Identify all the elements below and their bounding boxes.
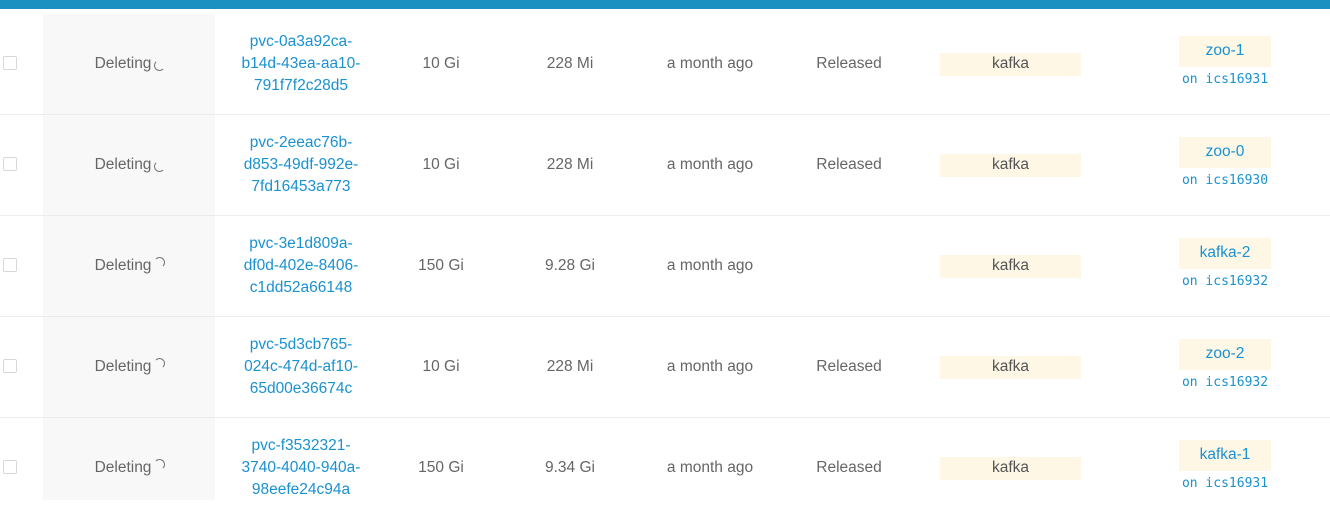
pod-cell: zoo-1 on ics16931 [1170, 14, 1280, 114]
storage-class-tag: kafka [940, 52, 1081, 76]
status-cell: Deleting [60, 418, 200, 518]
status-text: Deleting [94, 358, 152, 375]
volume-name-line: pvc-5d3cb765- [249, 336, 353, 353]
volume-name-line: d853-49df-992e- [243, 156, 359, 173]
capacity-cell: 150 Gi [418, 459, 464, 476]
node-link[interactable]: on ics16931 [1182, 476, 1268, 491]
spinner-icon [154, 458, 166, 470]
spinner-icon [154, 357, 166, 369]
spinner-icon [154, 160, 166, 172]
table-row: Deleting pvc-f3532321- 3740-4040-940a- 9… [0, 418, 1330, 518]
top-accent-bar [0, 0, 1330, 9]
pod-link[interactable]: kafka-2 [1179, 237, 1271, 269]
used-cell: 9.28 Gi [545, 257, 595, 274]
pod-cell: kafka-2 on ics16932 [1170, 216, 1280, 316]
storage-class-tag: kafka [940, 153, 1081, 177]
volume-name-line: pvc-f3532321- [251, 437, 351, 454]
storage-class-cell: kafka [940, 216, 1081, 316]
used-cell: 9.34 Gi [545, 459, 595, 476]
capacity-cell: 10 Gi [422, 55, 460, 72]
status-cell: Deleting [60, 216, 200, 316]
phase-cell: Released [816, 156, 882, 173]
status-text: Deleting [94, 257, 152, 274]
storage-class-cell: kafka [940, 317, 1081, 417]
row-checkbox[interactable] [3, 359, 17, 373]
row-checkbox[interactable] [3, 258, 17, 272]
age-cell: a month ago [666, 257, 754, 274]
storage-class-tag: kafka [940, 456, 1081, 480]
row-checkbox[interactable] [3, 460, 17, 474]
node-link[interactable]: on ics16932 [1182, 375, 1268, 390]
phase-cell: Released [816, 459, 882, 476]
used-cell: 228 Mi [546, 55, 594, 72]
pod-link[interactable]: zoo-0 [1179, 136, 1271, 168]
volume-name-line: pvc-0a3a92ca- [249, 33, 353, 50]
pod-link[interactable]: zoo-2 [1179, 338, 1271, 370]
volume-name-line: pvc-2eeac76b- [249, 134, 353, 151]
status-cell: Deleting [60, 14, 200, 114]
phase-cell: Released [816, 358, 882, 375]
node-link[interactable]: on ics16931 [1182, 72, 1268, 87]
node-link[interactable]: on ics16930 [1182, 173, 1268, 188]
storage-class-cell: kafka [940, 14, 1081, 114]
used-cell: 228 Mi [546, 156, 594, 173]
table-row: Deleting pvc-5d3cb765- 024c-474d-af10- 6… [0, 317, 1330, 418]
volume-name-line: 98eefe24c94a [251, 481, 351, 498]
volume-name-line: df0d-402e-8406- [243, 257, 359, 274]
row-checkbox[interactable] [3, 56, 17, 70]
volume-name-line: 791f7f2c28d5 [254, 77, 348, 94]
spinner-icon [154, 59, 166, 71]
capacity-cell: 150 Gi [418, 257, 464, 274]
pod-cell: zoo-2 on ics16932 [1170, 317, 1280, 417]
spinner-icon [154, 256, 166, 268]
storage-class-tag: kafka [940, 355, 1081, 379]
volume-name-link[interactable]: pvc-0a3a92ca- b14d-43ea-aa10- 791f7f2c28… [224, 14, 378, 114]
used-cell: 228 Mi [546, 358, 594, 375]
volume-name-line: 3740-4040-940a- [241, 459, 361, 476]
storage-class-cell: kafka [940, 115, 1081, 215]
age-cell: a month ago [666, 358, 754, 375]
phase-cell: Released [816, 55, 882, 72]
volume-name-line: pvc-3e1d809a- [249, 235, 353, 252]
storage-class-tag: kafka [940, 254, 1081, 278]
status-text: Deleting [94, 459, 152, 476]
volume-name-link[interactable]: pvc-3e1d809a- df0d-402e-8406- c1dd52a661… [224, 216, 378, 316]
volume-name-link[interactable]: pvc-5d3cb765- 024c-474d-af10- 65d00e3667… [224, 317, 378, 417]
volume-name-line: b14d-43ea-aa10- [241, 55, 361, 72]
storage-class-cell: kafka [940, 418, 1081, 518]
status-text: Deleting [94, 156, 152, 173]
status-cell: Deleting [60, 115, 200, 215]
pod-link[interactable]: zoo-1 [1179, 35, 1271, 67]
age-cell: a month ago [666, 156, 754, 173]
node-link[interactable]: on ics16932 [1182, 274, 1268, 289]
volume-name-line: 024c-474d-af10- [244, 358, 358, 375]
capacity-cell: 10 Gi [422, 156, 460, 173]
volume-name-line: 7fd16453a773 [251, 178, 351, 195]
table-row: Deleting pvc-3e1d809a- df0d-402e-8406- c… [0, 216, 1330, 317]
volume-name-link[interactable]: pvc-f3532321- 3740-4040-940a- 98eefe24c9… [224, 418, 378, 518]
volume-table: Deleting pvc-0a3a92ca- b14d-43ea-aa10- 7… [0, 14, 1330, 518]
table-row: Deleting pvc-2eeac76b- d853-49df-992e- 7… [0, 115, 1330, 216]
capacity-cell: 10 Gi [422, 358, 460, 375]
pod-link[interactable]: kafka-1 [1179, 439, 1271, 471]
status-text: Deleting [94, 55, 152, 72]
volume-name-link[interactable]: pvc-2eeac76b- d853-49df-992e- 7fd16453a7… [224, 115, 378, 215]
age-cell: a month ago [666, 459, 754, 476]
row-checkbox[interactable] [3, 157, 17, 171]
table-row: Deleting pvc-0a3a92ca- b14d-43ea-aa10- 7… [0, 14, 1330, 115]
phase-cell [800, 216, 898, 316]
volume-name-line: 65d00e36674c [249, 380, 353, 397]
pod-cell: zoo-0 on ics16930 [1170, 115, 1280, 215]
volume-name-line: c1dd52a66148 [249, 279, 353, 296]
pod-cell: kafka-1 on ics16931 [1170, 418, 1280, 518]
age-cell: a month ago [666, 55, 754, 72]
status-cell: Deleting [60, 317, 200, 417]
